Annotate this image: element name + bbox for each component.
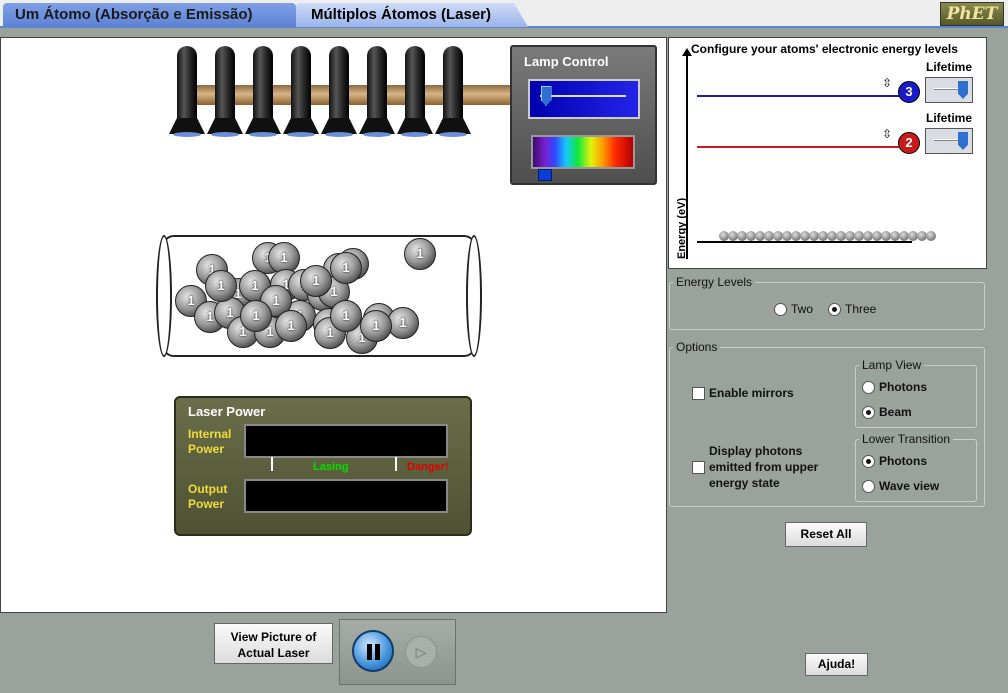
level-3-badge: 3	[898, 81, 920, 103]
enable-mirrors-checkbox[interactable]	[692, 387, 705, 400]
atom-icon: 1	[205, 270, 237, 302]
atom-icon: 1	[330, 252, 362, 284]
display-photons-label-line1: Display photons	[709, 444, 803, 458]
internal-power-label: Internal Power	[188, 427, 231, 457]
lower-transition-photons-radio[interactable]	[862, 455, 875, 468]
output-power-label-line2: Power	[188, 497, 225, 511]
lamp-intensity-slider[interactable]	[528, 79, 640, 119]
energy-levels-group-title: Energy Levels	[673, 275, 756, 289]
ground-atom-icon	[926, 231, 936, 241]
lower-transition-wave-label[interactable]: Wave view	[879, 478, 939, 494]
internal-power-label-line1: Internal	[188, 427, 232, 441]
lamp-control-title: Lamp Control	[524, 54, 609, 69]
reset-all-button[interactable]: Reset All	[785, 522, 867, 547]
pause-button[interactable]	[352, 630, 394, 672]
slider-track	[540, 95, 626, 97]
atom-icon: 1	[360, 310, 392, 342]
danger-tick	[395, 457, 397, 471]
lamp-icon	[283, 46, 319, 137]
output-power-label: Output Power	[188, 482, 227, 512]
energy-panel-header: Configure your atoms' electronic energy …	[691, 42, 958, 56]
wavelength-marker[interactable]	[538, 169, 552, 181]
slider-knob[interactable]	[958, 132, 968, 150]
level-2-lifetime-slider[interactable]	[925, 128, 973, 154]
energy-levels-three-label[interactable]: Three	[845, 301, 876, 317]
atom-icon: 1	[275, 310, 307, 342]
energy-levels-two-label[interactable]: Two	[791, 301, 813, 317]
help-button[interactable]: Ajuda!	[805, 653, 868, 676]
wavelength-spectrum[interactable]	[531, 135, 635, 169]
internal-power-label-line2: Power	[188, 442, 225, 456]
lasing-label: Lasing	[313, 461, 349, 473]
view-picture-line1: View Picture of	[230, 630, 317, 644]
tab-multiple-atoms[interactable]: Múltiplos Átomos (Laser)	[296, 3, 528, 27]
lamp-icon	[359, 46, 395, 137]
laser-power-title: Laser Power	[188, 404, 266, 419]
danger-label: Danger!	[407, 461, 449, 473]
pause-icon-bar	[375, 644, 380, 660]
internal-power-display	[244, 424, 448, 458]
tube-left-end	[156, 235, 172, 357]
level-2-line[interactable]	[697, 146, 902, 148]
lamp-view-group	[855, 365, 977, 428]
atom-icon: 1	[240, 300, 272, 332]
atom-icon: 1	[404, 238, 436, 270]
lamp-icon	[169, 46, 205, 137]
display-photons-label-line2: emitted from upper	[709, 460, 819, 474]
lower-transition-wave-radio[interactable]	[862, 480, 875, 493]
atom-icon: 1	[300, 265, 332, 297]
enable-mirrors-label[interactable]: Enable mirrors	[709, 385, 794, 401]
energy-axis-arrow-icon	[682, 48, 692, 56]
bottom-control-bar	[0, 613, 668, 693]
level-3-line[interactable]	[697, 95, 902, 97]
display-photons-label-line3: energy state	[709, 476, 780, 490]
view-picture-line2: Actual Laser	[237, 646, 310, 660]
lower-transition-group-title: Lower Transition	[859, 432, 954, 446]
level-2-badge: 2	[898, 132, 920, 154]
options-group-title: Options	[673, 340, 721, 354]
step-forward-icon[interactable]: ▷	[405, 636, 437, 668]
lamp-view-beam-label[interactable]: Beam	[879, 404, 912, 420]
lasing-tick	[271, 457, 273, 471]
slider-knob[interactable]	[958, 81, 968, 99]
ground-state-atoms	[719, 231, 936, 241]
lamp-view-beam-radio[interactable]	[862, 406, 875, 419]
pause-icon-bar	[367, 644, 372, 660]
energy-levels-diagram: Configure your atoms' electronic energy …	[668, 37, 987, 269]
lamp-icon	[321, 46, 357, 137]
view-picture-button[interactable]: View Picture of Actual Laser	[214, 623, 333, 664]
lamp-view-photons-radio[interactable]	[862, 381, 875, 394]
level-2-drag-arrows-icon[interactable]: ⇳	[882, 128, 892, 163]
energy-levels-group	[669, 282, 985, 330]
level-3-lifetime-slider[interactable]	[925, 77, 973, 103]
phet-logo[interactable]: PhET	[940, 2, 1004, 26]
lamp-icon	[207, 46, 243, 137]
lamp-view-group-title: Lamp View	[859, 358, 925, 372]
output-power-display	[244, 479, 448, 513]
energy-levels-three-radio[interactable]	[828, 303, 841, 316]
energy-axis-label: Energy (eV)	[676, 197, 688, 259]
lamp-icon	[435, 46, 471, 137]
tube-right-end	[466, 235, 482, 357]
lamp-icon	[397, 46, 433, 137]
energy-levels-two-radio[interactable]	[774, 303, 787, 316]
lamp-control-panel: Lamp Control	[510, 45, 657, 185]
tab-one-atom[interactable]: Um Átomo (Absorção e Emissão)	[3, 3, 296, 27]
ground-level-line	[697, 241, 912, 243]
laser-power-panel: Laser Power Internal Power Lasing Danger…	[174, 396, 472, 536]
lamp-icon	[245, 46, 281, 137]
display-photons-checkbox[interactable]	[692, 461, 705, 474]
slider-knob[interactable]	[540, 86, 552, 106]
lower-transition-photons-label[interactable]: Photons	[879, 453, 927, 469]
level-3-lifetime-label: Lifetime	[926, 60, 973, 74]
display-photons-label[interactable]: Display photons emitted from upper energ…	[709, 443, 818, 491]
atom-icon: 1	[330, 300, 362, 332]
output-power-label-line1: Output	[188, 482, 228, 496]
level-2-lifetime-label: Lifetime	[926, 111, 973, 125]
level-3-drag-arrows-icon[interactable]: ⇳	[882, 77, 892, 112]
lamp-view-photons-label[interactable]: Photons	[879, 379, 927, 395]
